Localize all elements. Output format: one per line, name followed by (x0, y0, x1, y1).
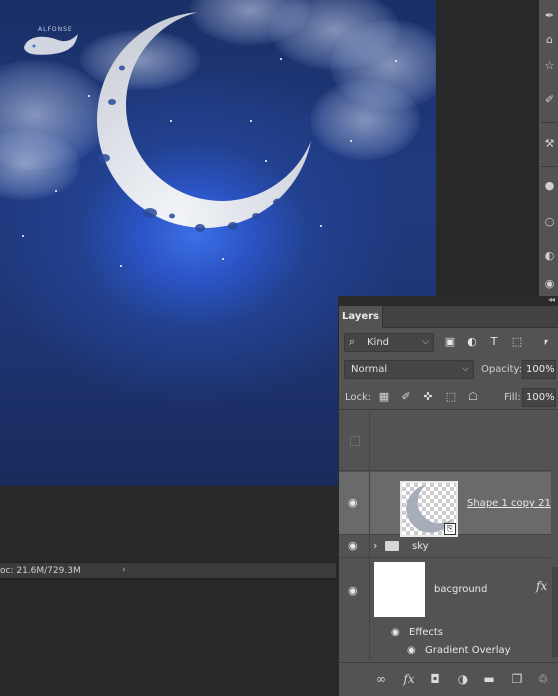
visibility-column: ◉ (339, 536, 370, 557)
smart-object-filter-icon[interactable]: ⎖ (538, 334, 554, 350)
type-layer-filter-icon[interactable]: T (486, 334, 502, 350)
gradient-overlay-row[interactable]: ◉ Gradient Overlay (339, 643, 551, 660)
opacity-label: Opacity: (481, 364, 523, 375)
visibility-column (339, 643, 370, 660)
layer-thumbnail: ⎘ (400, 481, 458, 537)
lock-transparency-icon[interactable]: ▦ (377, 390, 391, 404)
layers-scrollbar[interactable] (552, 567, 558, 657)
toolbar-divider (541, 166, 557, 167)
layer-group-row[interactable]: ◉ › sky (339, 536, 551, 558)
panel-collapse-bar[interactable]: ◂◂ (338, 295, 558, 306)
brush-icon[interactable]: ✒ (542, 8, 557, 24)
blend-mode-select[interactable]: Normal ⌵ (344, 360, 474, 379)
lock-position-icon[interactable]: ✜ (421, 390, 435, 404)
paint-bucket-icon[interactable]: ⚒ (542, 136, 557, 152)
eye-icon[interactable]: ◉ (348, 539, 358, 552)
tool-strip: ✒ ⌂ ☆ ✐ ⚒ ● ○ ◐ ◉ (538, 0, 558, 296)
panel-tabbar: Layers (339, 306, 558, 328)
watermark-text: ALFONSE (38, 26, 73, 33)
eye-icon[interactable]: ◉ (348, 496, 358, 509)
link-layers-icon[interactable]: ∞ (373, 671, 389, 687)
eye-icon[interactable]: ◉ (348, 584, 358, 597)
type-tool-icon[interactable]: ◉ (542, 276, 557, 292)
opacity-field[interactable]: 100% (522, 360, 556, 379)
layer-thumbnail (374, 562, 425, 617)
adjustment-layer-filter-icon[interactable]: ◐ (464, 334, 480, 350)
shape-layer-filter-icon[interactable]: ⬚ (509, 334, 525, 350)
eye-icon[interactable]: ◉ (407, 645, 416, 656)
effects-row[interactable]: ◉ Effects (339, 625, 551, 642)
folder-icon (385, 541, 399, 551)
smart-object-badge-icon: ⎘ (444, 523, 456, 535)
tab-layers[interactable]: Layers (339, 306, 383, 328)
dodge-icon[interactable]: ○ (542, 214, 557, 230)
new-group-icon[interactable]: ▬ (481, 671, 497, 687)
blend-row: Normal ⌵ Opacity: 100% (339, 358, 558, 382)
fill-field[interactable]: 100% (522, 388, 556, 407)
visibility-column: ◉ (339, 472, 370, 534)
lock-artboard-icon[interactable]: ⬚ (444, 390, 458, 404)
eye-icon[interactable]: ◉ (391, 627, 400, 638)
lock-row: Lock: ▦ ✐ ✜ ⬚ ☖ Fill: 100% (339, 386, 558, 410)
visibility-checkbox[interactable] (350, 436, 360, 446)
lock-image-icon[interactable]: ✐ (399, 390, 413, 404)
pixel-layer-filter-icon[interactable]: ▣ (442, 334, 458, 350)
gradient-overlay-label: Gradient Overlay (425, 645, 511, 656)
add-mask-icon[interactable]: ◘ (427, 671, 443, 687)
fill-label: Fill: (504, 392, 521, 403)
add-layer-style-icon[interactable]: fx (401, 671, 417, 687)
chevron-down-icon: ⌵ (462, 364, 469, 374)
blur-icon[interactable]: ● (542, 178, 557, 194)
history-brush-icon[interactable]: ☆ (542, 58, 557, 74)
search-icon: ⌕ (349, 335, 356, 348)
layers-list: ◉ ⎘ Shape 1 copy 21 ◉ › sky ◉ bacground … (339, 411, 558, 660)
kind-filter-select[interactable]: ⌕ Kind ⌵ (344, 333, 434, 352)
status-bar: oc: 21.6M/729.3M › (0, 562, 336, 579)
kind-filter-label: Kind (367, 337, 390, 348)
chevron-right-icon[interactable]: › (373, 539, 377, 552)
layer-row[interactable]: ◉ bacground fx (339, 559, 551, 625)
layers-footer: ∞ fx ◘ ◑ ▬ ❐ ♲ (339, 662, 558, 696)
toolbar-divider (541, 122, 557, 123)
visibility-column (339, 625, 370, 642)
chevron-right-icon[interactable]: › (122, 565, 126, 575)
new-layer-icon[interactable]: ❐ (509, 671, 525, 687)
collapse-icon[interactable]: ◂◂ (548, 295, 555, 304)
fx-badge[interactable]: fx (536, 579, 547, 593)
lock-label: Lock: (345, 392, 372, 403)
visibility-column (339, 411, 370, 470)
layer-name[interactable]: sky (412, 541, 429, 552)
layer-name[interactable]: Shape 1 copy 21 (467, 498, 551, 509)
document-size-info: oc: 21.6M/729.3M (0, 566, 81, 576)
layers-panel: Layers ⌕ Kind ⌵ ▣ ◐ T ⬚ ⎖ Normal ⌵ Opaci… (338, 306, 558, 696)
layer-row-selected[interactable]: ◉ ⎘ Shape 1 copy 21 (339, 472, 551, 537)
eraser-icon[interactable]: ✐ (542, 92, 557, 108)
filter-row: ⌕ Kind ⌵ ▣ ◐ T ⬚ ⎖ (339, 330, 558, 356)
pen-icon[interactable]: ◐ (542, 248, 557, 264)
visibility-column: ◉ (339, 559, 370, 625)
lock-all-icon[interactable]: ☖ (466, 390, 480, 404)
watermark-logo: ALFONSE (18, 18, 86, 62)
layer-row[interactable] (339, 411, 551, 471)
clone-stamp-icon[interactable]: ⌂ (542, 32, 557, 48)
effects-label: Effects (409, 627, 443, 638)
new-adjustment-layer-icon[interactable]: ◑ (455, 671, 471, 687)
delete-layer-icon[interactable]: ♲ (535, 671, 551, 687)
chevron-down-icon: ⌵ (422, 337, 429, 347)
blend-mode-value: Normal (351, 364, 388, 375)
layer-name[interactable]: bacground (434, 584, 487, 595)
